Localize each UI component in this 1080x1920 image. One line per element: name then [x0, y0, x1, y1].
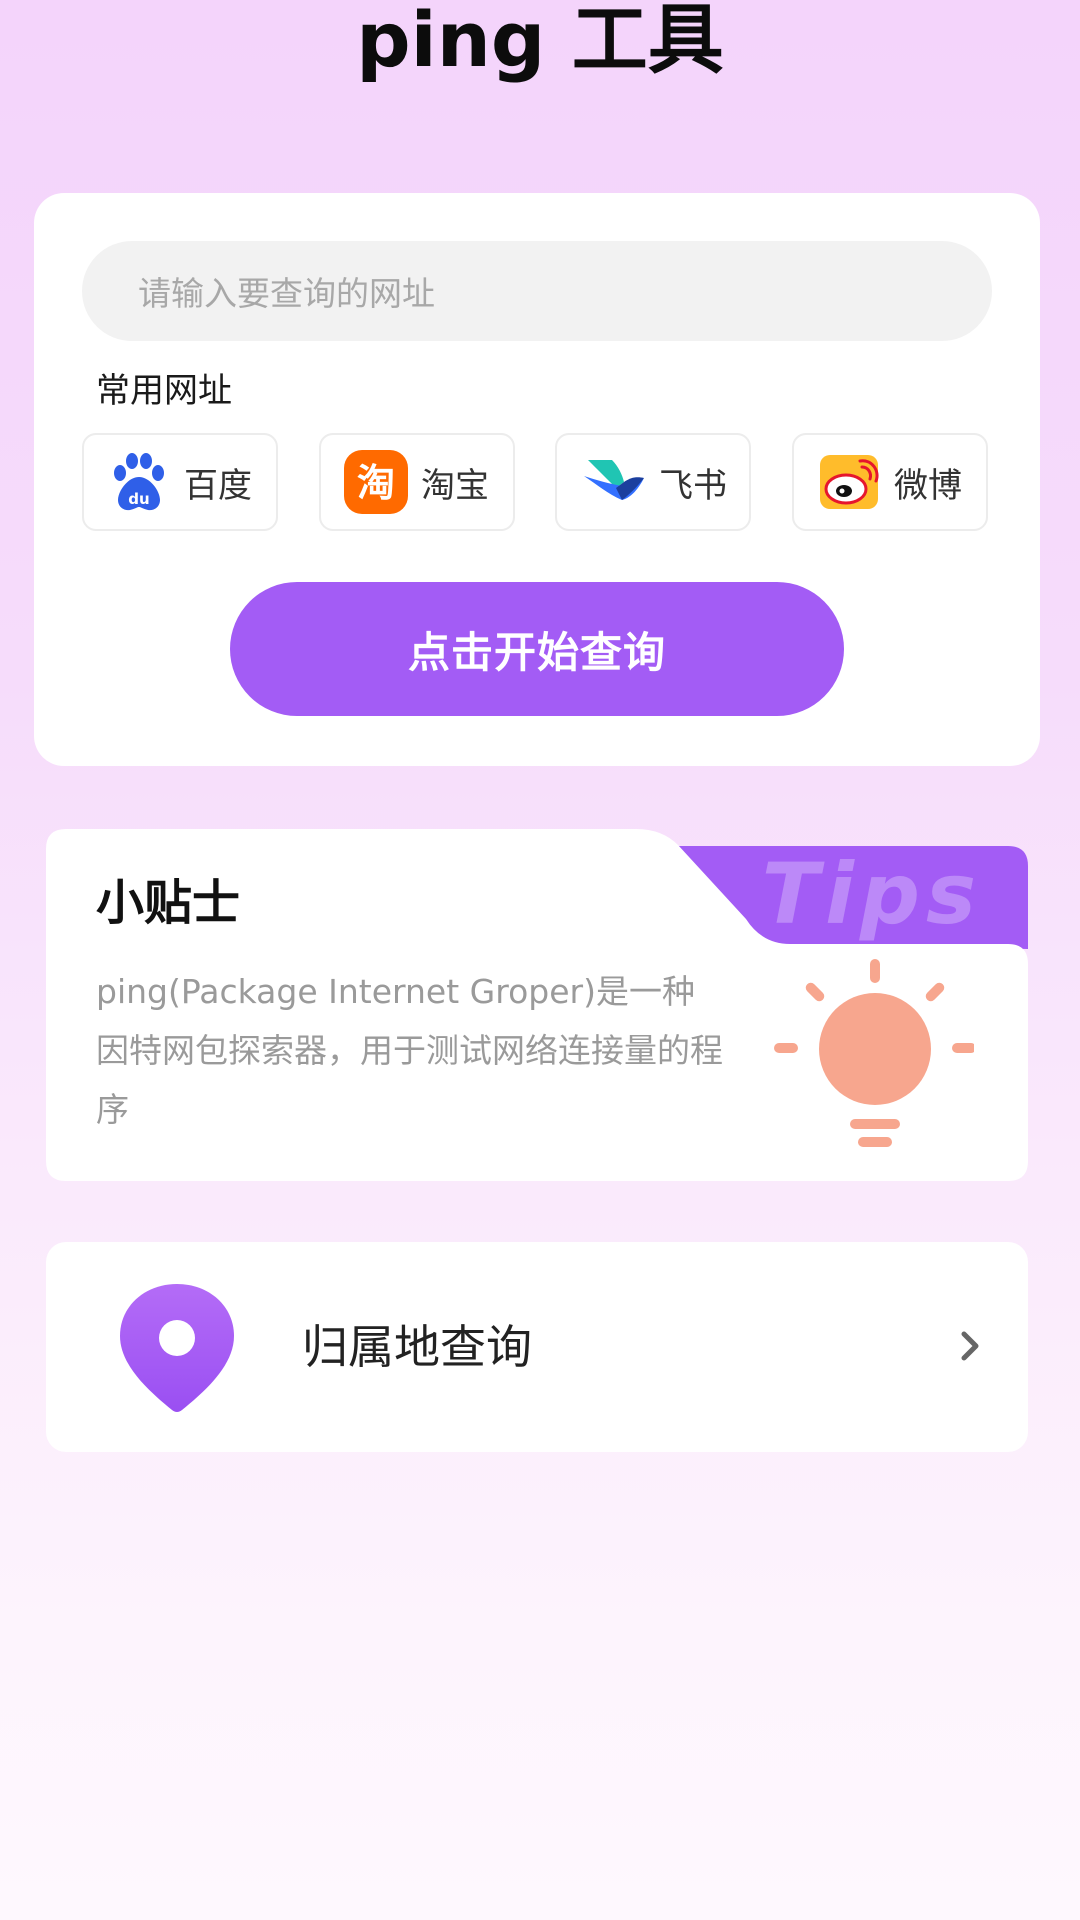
search-placeholder: 请输入要查询的网址 — [138, 274, 435, 313]
svg-text:淘: 淘 — [357, 461, 395, 505]
feishu-icon — [581, 449, 647, 515]
page-title: ping 工具 — [356, 0, 724, 84]
site-label-taobao: 淘宝 — [421, 465, 489, 506]
url-search-input[interactable]: 请输入要查询的网址 — [82, 241, 992, 341]
common-sites-label: 常用网址 — [96, 371, 232, 411]
tips-badge-text: Tips — [761, 845, 982, 943]
weibo-icon — [816, 449, 882, 515]
site-button-weibo[interactable]: 微博 — [792, 433, 988, 531]
site-button-baidu[interactable]: du 百度 — [82, 433, 278, 531]
chevron-right-icon — [961, 1331, 979, 1361]
location-query-label: 归属地查询 — [302, 1320, 532, 1374]
location-query-row[interactable]: 归属地查询 — [46, 1242, 1028, 1452]
tips-heading: 小贴士 — [96, 875, 241, 931]
site-label-weibo: 微博 — [894, 465, 962, 506]
site-button-feishu[interactable]: 飞书 — [555, 433, 751, 531]
site-label-baidu: 百度 — [184, 465, 252, 506]
taobao-icon: 淘 — [343, 449, 409, 515]
tips-description: ping(Package Internet Groper)是一种因特网包探索器，… — [96, 972, 723, 1129]
location-pin-icon — [120, 1284, 234, 1412]
svg-text:du: du — [128, 490, 149, 508]
baidu-icon: du — [106, 449, 172, 515]
site-button-taobao[interactable]: 淘 淘宝 — [319, 433, 515, 531]
start-query-button[interactable]: 点击开始查询 — [230, 582, 844, 716]
tips-card: Tips 小贴士 ping(Package Internet Groper)是一… — [46, 829, 1028, 1181]
site-label-feishu: 飞书 — [659, 465, 727, 506]
search-card: 请输入要查询的网址 常用网址 du 百度 淘 淘宝 飞书 微博 点击开始查询 — [34, 193, 1040, 766]
lightbulb-icon — [774, 959, 974, 1147]
